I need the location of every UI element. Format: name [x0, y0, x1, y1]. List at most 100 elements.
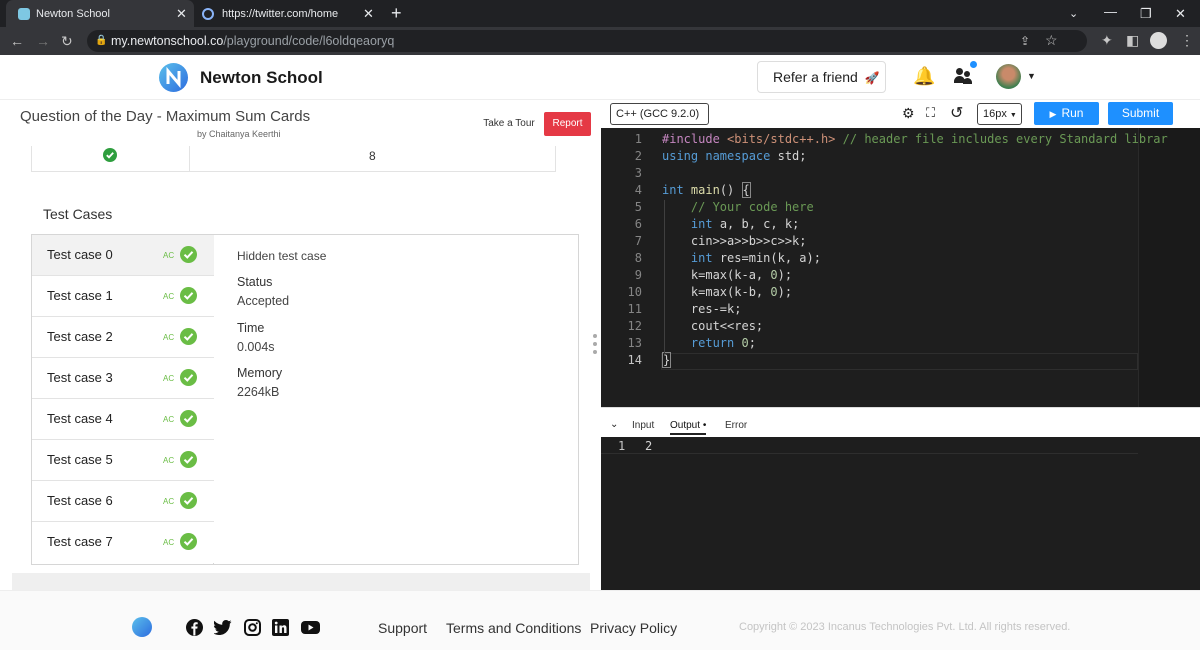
test-case-item[interactable]: Test case 1 AC	[32, 276, 214, 317]
status-label: Status	[237, 275, 273, 289]
restore-icon[interactable]: ❐	[1140, 6, 1152, 22]
url-path: /playground/code/l6oldqeaoryq	[223, 34, 395, 48]
play-icon: ▶	[1049, 109, 1057, 119]
tab-search-icon[interactable]: ⌄	[1069, 7, 1078, 20]
browser-tab-strip: Newton School ✕ https://twitter.com/home…	[0, 0, 1200, 27]
submission-row: 8	[31, 146, 556, 172]
forward-icon[interactable]: →	[36, 34, 50, 48]
line-number: 6	[634, 217, 642, 231]
ac-badge: AC	[163, 538, 175, 547]
output-area[interactable]: 1 2	[601, 437, 1200, 590]
terms-link[interactable]: Terms and Conditions	[446, 620, 581, 636]
extensions-icon[interactable]: ✦	[1101, 33, 1113, 47]
ac-badge: AC	[163, 415, 175, 424]
support-link[interactable]: Support	[378, 620, 427, 636]
code-line: }	[662, 352, 672, 368]
line-number: 14	[627, 353, 642, 367]
tab-output[interactable]: Output •	[670, 420, 707, 435]
test-case-item[interactable]: Test case 7 AC	[32, 522, 214, 563]
linkedin-icon[interactable]	[272, 619, 289, 636]
report-button[interactable]: Report	[544, 112, 591, 136]
test-case-item[interactable]: Test case 5 AC	[32, 440, 214, 481]
refer-friend-button[interactable]: Refer a friend 🚀	[757, 61, 886, 93]
newton-logo-icon[interactable]	[159, 63, 188, 92]
url-field[interactable]: 🔒 my.newtonschool.co/playground/code/l6o…	[87, 30, 1087, 52]
code-line: int a, b, c, k;	[690, 217, 800, 231]
back-icon[interactable]: ←	[10, 34, 24, 48]
settings-gear-icon[interactable]: ⚙	[902, 105, 915, 122]
community-users-icon[interactable]	[954, 68, 972, 86]
test-case-item[interactable]: Test case 0 AC	[32, 235, 214, 276]
language-select[interactable]: C++ (GCC 9.2.0) ▼	[610, 103, 709, 139]
close-tab-icon[interactable]: ✕	[363, 6, 374, 22]
test-case-item[interactable]: Test case 4 AC	[32, 399, 214, 440]
check-circle-icon	[180, 533, 197, 550]
check-circle-icon	[180, 328, 197, 345]
line-number: 9	[634, 268, 642, 282]
close-tab-icon[interactable]: ✕	[176, 6, 187, 22]
sidepanel-icon[interactable]: ◧	[1126, 33, 1139, 47]
question-author: by Chaitanya Keerthi	[197, 129, 281, 139]
test-case-item[interactable]: Test case 6 AC	[32, 481, 214, 522]
twitter-icon[interactable]	[214, 620, 232, 635]
youtube-icon[interactable]	[301, 621, 320, 634]
ac-badge: AC	[163, 333, 175, 342]
instagram-icon[interactable]	[244, 619, 261, 636]
notifications-bell-icon[interactable]: 🔔	[913, 66, 935, 87]
output-value: 2	[645, 439, 653, 453]
language-value: C++ (GCC 9.2.0)	[616, 108, 700, 120]
panel-resize-handle[interactable]	[592, 334, 598, 356]
user-avatar[interactable]	[996, 64, 1021, 89]
ac-badge: AC	[163, 292, 175, 301]
status-value: Accepted	[237, 294, 290, 308]
line-number: 12	[627, 319, 642, 333]
minimize-icon[interactable]: —	[1104, 4, 1117, 19]
code-line: int res=min(k, a);	[690, 251, 821, 265]
browser-menu-icon[interactable]: ⋮	[1180, 33, 1194, 47]
ac-badge: AC	[163, 456, 175, 465]
test-case-item[interactable]: Test case 2 AC	[32, 317, 214, 358]
take-tour-button[interactable]: Take a Tour	[480, 113, 538, 135]
time-value: 0.004s	[237, 340, 275, 354]
test-case-label: Test case 7	[47, 534, 113, 549]
code-line: #include <bits/stdc++.h> // header file …	[662, 132, 1168, 146]
copyright-text: Copyright © 2023 Incanus Technologies Pv…	[739, 621, 1071, 633]
minimap	[1138, 128, 1200, 407]
reload-icon[interactable]: ↻	[61, 34, 73, 48]
code-line: using namespace std;	[662, 149, 807, 163]
ac-badge: AC	[163, 251, 175, 260]
newton-favicon-icon	[18, 7, 30, 20]
close-window-icon[interactable]: ✕	[1175, 6, 1186, 22]
profile-avatar-icon[interactable]	[1150, 32, 1167, 49]
lock-icon: 🔒	[95, 35, 108, 46]
code-line: int main() {	[662, 182, 751, 198]
footer-logo-icon[interactable]	[132, 617, 152, 637]
font-size-select[interactable]: 16px ▼	[977, 103, 1022, 125]
privacy-link[interactable]: Privacy Policy	[590, 620, 677, 636]
profile-menu-chevron-icon[interactable]: ▼	[1027, 71, 1036, 81]
unread-dot-badge	[970, 61, 977, 68]
brand-name[interactable]: Newton School	[200, 68, 323, 88]
line-number: 2	[634, 149, 642, 163]
ac-badge: AC	[163, 497, 175, 506]
tab-error[interactable]: Error	[725, 420, 747, 431]
tab-title: https://twitter.com/home	[222, 7, 339, 20]
browser-tab-newton[interactable]: Newton School	[6, 0, 194, 27]
browser-tab-twitter[interactable]: https://twitter.com/home	[196, 0, 382, 27]
new-tab-icon[interactable]: +	[391, 3, 402, 24]
facebook-icon[interactable]	[186, 619, 203, 636]
tab-output-label: Output	[670, 420, 701, 431]
share-icon[interactable]: ⇪	[1020, 34, 1030, 48]
tab-input[interactable]: Input	[632, 420, 654, 431]
reset-code-icon[interactable]: ↺	[950, 103, 963, 123]
site-header: Newton School Refer a friend 🚀 🔔 ▼	[0, 55, 1200, 100]
bookmark-star-icon[interactable]: ☆	[1045, 33, 1058, 47]
submit-button[interactable]: Submit	[1108, 102, 1173, 125]
run-button[interactable]: ▶ Run	[1034, 102, 1099, 125]
fullscreen-icon[interactable]: ⛶	[926, 105, 935, 121]
time-label: Time	[237, 321, 265, 335]
check-circle-icon	[180, 369, 197, 386]
line-number: 13	[627, 336, 642, 350]
collapse-chevron-icon[interactable]: ⌄	[610, 419, 618, 430]
test-case-item[interactable]: Test case 3 AC	[32, 358, 214, 399]
